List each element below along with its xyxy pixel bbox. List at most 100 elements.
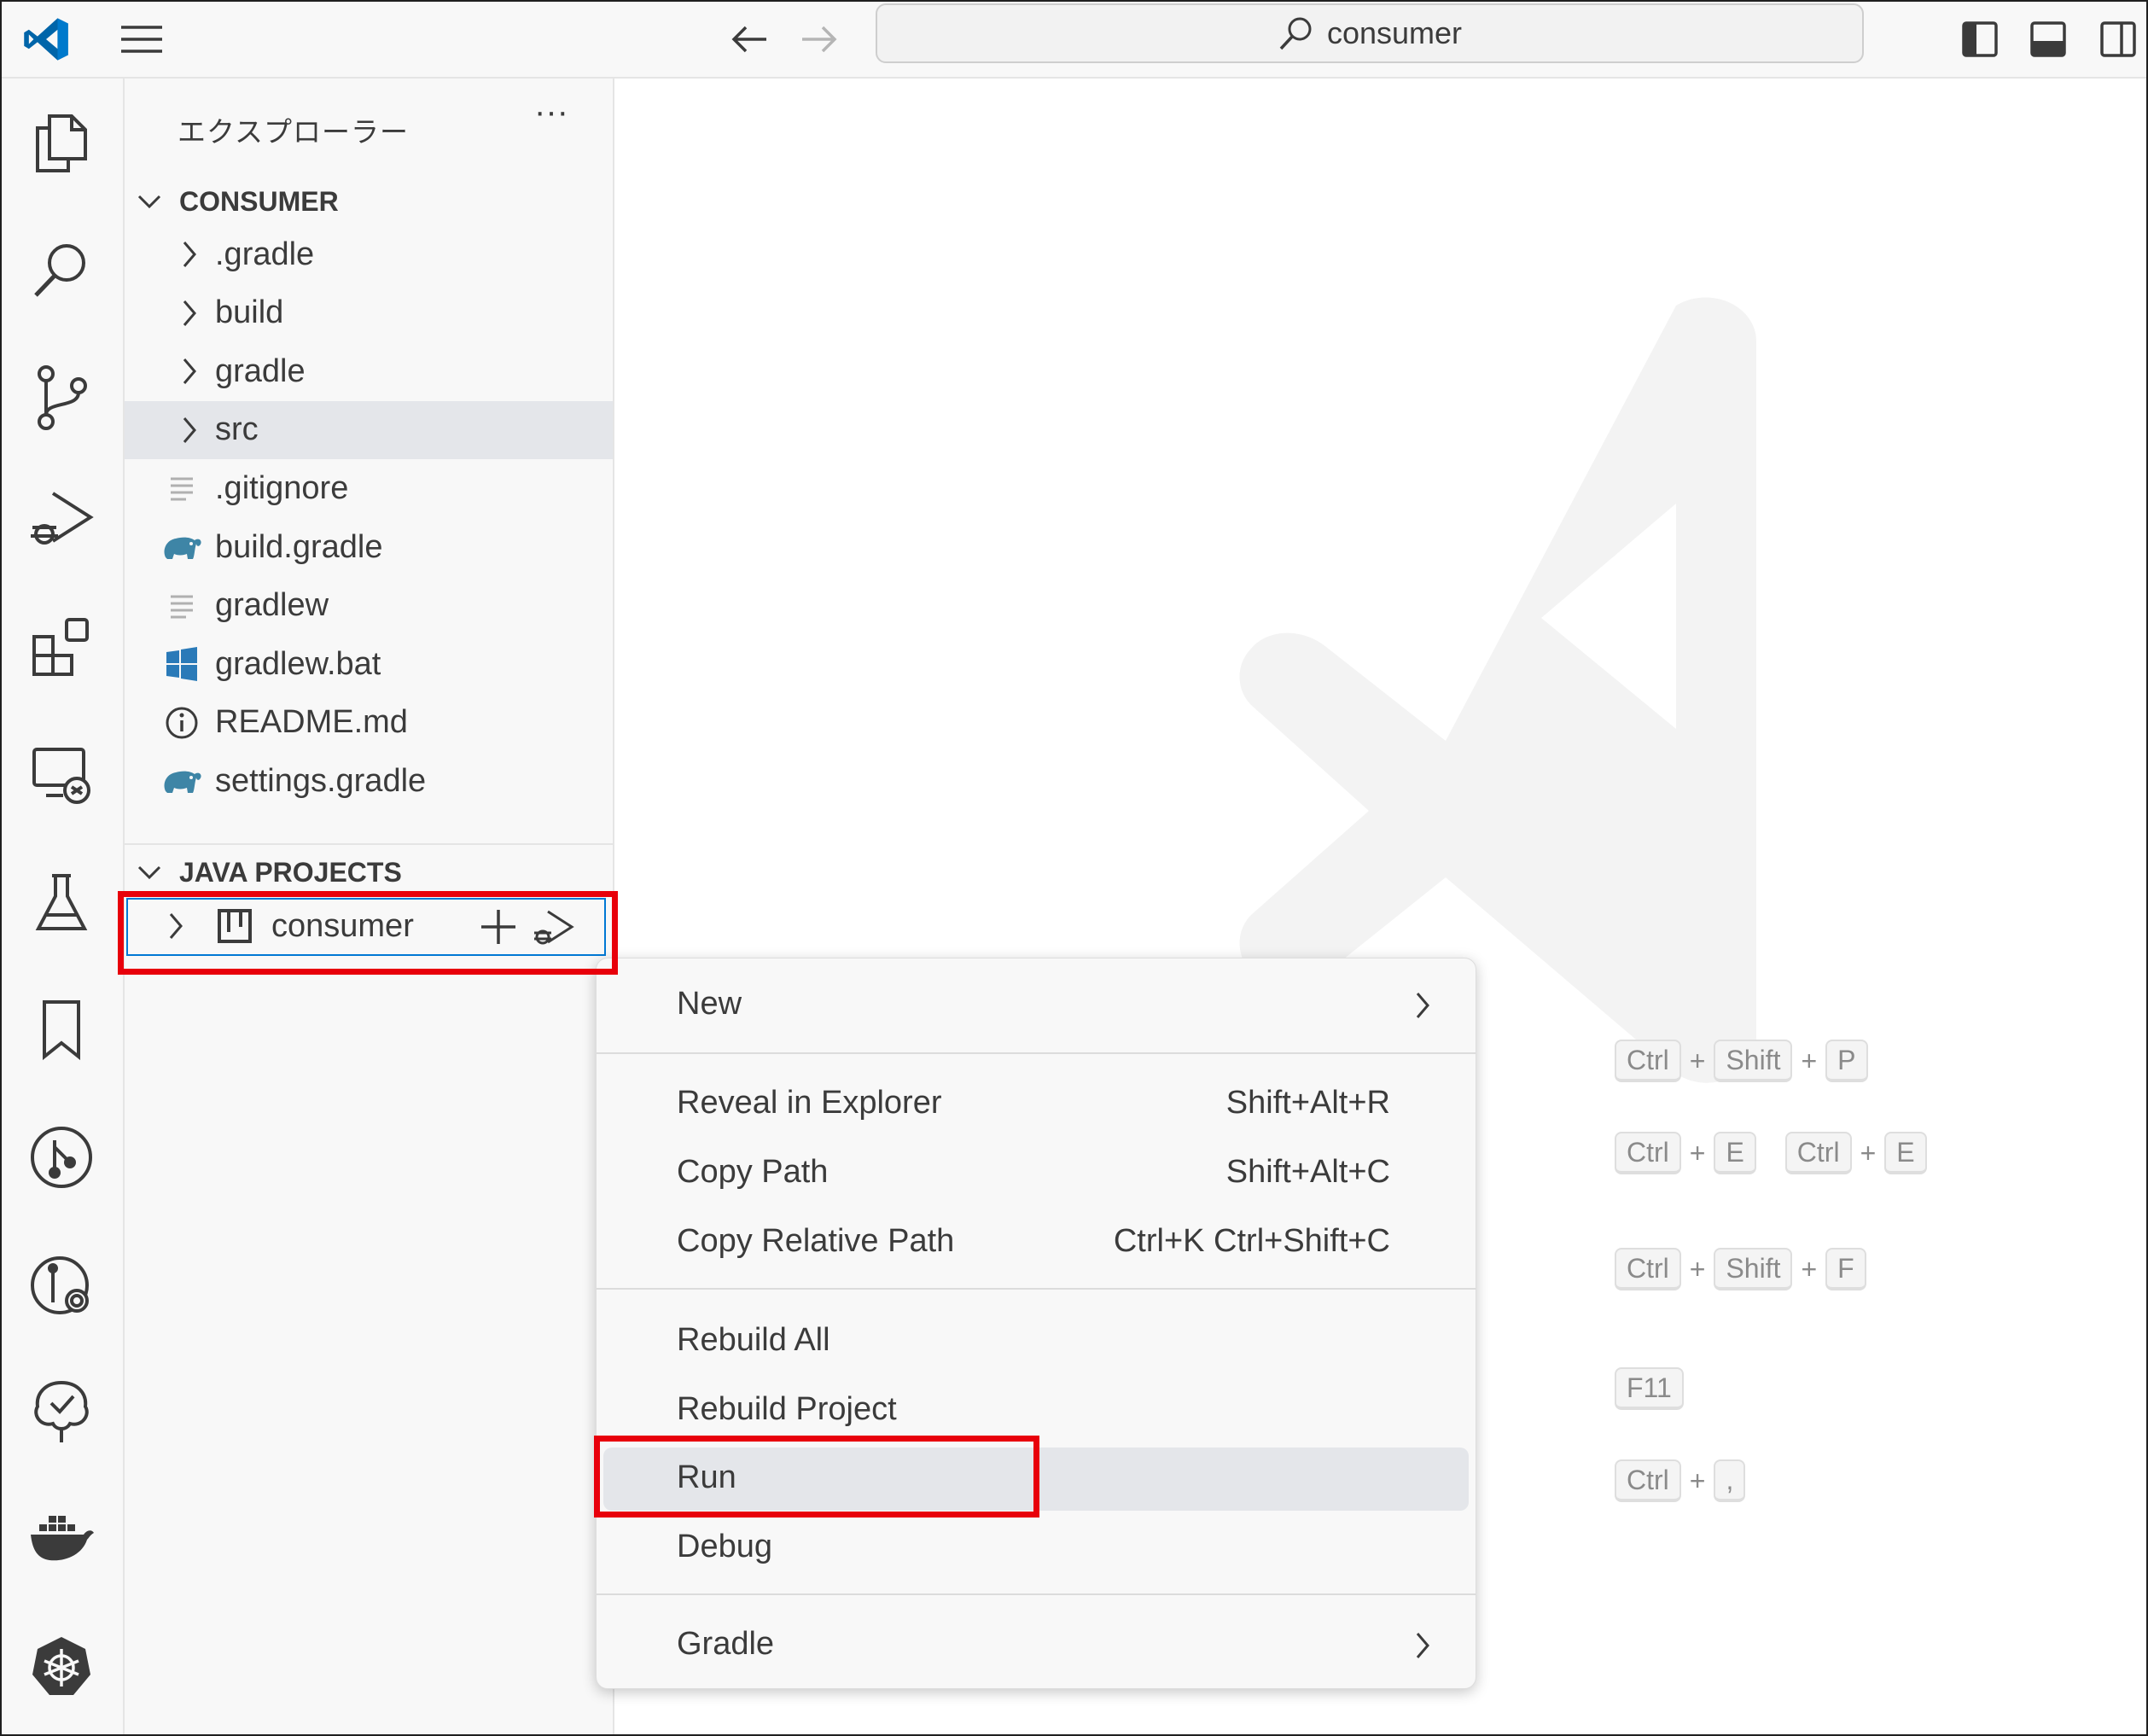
docker-icon[interactable] xyxy=(22,1500,101,1579)
vscode-logo-icon xyxy=(15,9,77,70)
shortcut-keys: F11 xyxy=(1615,1367,1684,1410)
keyboard-key: E xyxy=(1714,1132,1756,1174)
keyboard-key: F xyxy=(1825,1248,1866,1290)
spring-boot-icon[interactable] xyxy=(22,1372,101,1451)
menu-separator xyxy=(597,1052,1476,1054)
explorer-title: エクスプローラー xyxy=(178,116,410,148)
tree-item-label: gradle xyxy=(215,352,306,389)
java-projects-section-header[interactable]: JAVA PROJECTS xyxy=(125,848,613,896)
tree-item-label: .gradle xyxy=(215,236,315,272)
keyboard-key: Ctrl xyxy=(1615,1040,1681,1082)
testing-icon[interactable] xyxy=(22,864,101,942)
tree-folder-row[interactable]: .gradle xyxy=(125,225,613,283)
java-project-row[interactable]: consumer xyxy=(126,898,606,956)
search-icon[interactable] xyxy=(22,230,101,309)
kubernetes-icon[interactable] xyxy=(22,1627,101,1705)
text-file-icon xyxy=(160,467,203,510)
chevron-right-icon xyxy=(174,299,205,328)
menu-item-label: Copy Relative Path xyxy=(677,1223,955,1259)
chevron-right-icon xyxy=(174,357,205,386)
run-debug-icon[interactable] xyxy=(531,906,575,949)
menu-item-gradle[interactable]: Gradle xyxy=(603,1614,1469,1677)
extensions-icon[interactable] xyxy=(22,608,101,686)
toggle-secondary-sidebar-icon[interactable] xyxy=(2087,9,2146,70)
tree-file-row[interactable]: gradlew xyxy=(125,577,613,635)
menu-item-label: New xyxy=(677,986,742,1022)
source-control-icon[interactable] xyxy=(22,358,101,437)
tree-file-row[interactable]: build.gradle xyxy=(125,518,613,576)
menu-item-label: Run xyxy=(677,1459,736,1495)
keyboard-key: F11 xyxy=(1615,1367,1684,1410)
run-debug-icon[interactable] xyxy=(22,480,101,558)
info-icon xyxy=(160,702,203,744)
tree-file-row[interactable]: gradlew.bat xyxy=(125,635,613,693)
menu-item-shortcut: Shift+Alt+R xyxy=(1225,1085,1390,1121)
chevron-right-icon xyxy=(167,912,184,941)
toggle-panel-icon[interactable] xyxy=(2017,9,2079,70)
chevron-right-icon xyxy=(174,240,205,269)
menu-item-label: Copy Path xyxy=(677,1154,829,1190)
more-actions-button[interactable]: ··· xyxy=(526,95,577,138)
git-graph-icon[interactable] xyxy=(22,1118,101,1197)
menu-item-label: Rebuild Project xyxy=(677,1391,897,1427)
key-plus: + xyxy=(1801,1045,1818,1076)
menu-item-copy-relative-path[interactable]: Copy Relative Path Ctrl+K Ctrl+Shift+C xyxy=(603,1211,1469,1274)
tree-folder-row[interactable]: build xyxy=(125,284,613,342)
java-projects-section-label: JAVA PROJECTS xyxy=(179,856,402,888)
key-plus: + xyxy=(1860,1137,1877,1168)
keyboard-key: E xyxy=(1884,1132,1927,1174)
key-plus: + xyxy=(1689,1045,1706,1076)
gitlens-icon[interactable] xyxy=(22,1246,101,1325)
search-icon xyxy=(1279,17,1312,50)
menu-item-shortcut: Shift+Alt+C xyxy=(1225,1154,1390,1190)
shortcut-keys: Ctrl + Shift + F xyxy=(1615,1248,1866,1290)
tree-folder-row[interactable]: gradle xyxy=(125,342,613,400)
menu-item-new[interactable]: New xyxy=(603,974,1469,1037)
menu-item-label: Gradle xyxy=(677,1626,775,1662)
remote-explorer-icon[interactable] xyxy=(22,736,101,814)
explorer-icon[interactable] xyxy=(22,104,101,183)
menu-item-label: Reveal in Explorer xyxy=(677,1085,942,1121)
menu-item-copy-path[interactable]: Copy Path Shift+Alt+C xyxy=(603,1142,1469,1205)
menu-item-shortcut: Ctrl+K Ctrl+Shift+C xyxy=(1113,1223,1390,1259)
key-plus: + xyxy=(1689,1137,1706,1168)
tree-file-row[interactable]: settings.gradle xyxy=(125,752,613,810)
menu-separator xyxy=(597,1593,1476,1595)
chevron-down-icon xyxy=(125,864,179,881)
bookmarks-icon[interactable] xyxy=(22,990,101,1069)
tree-file-row[interactable]: .gitignore xyxy=(125,459,613,517)
java-project-name: consumer xyxy=(271,908,414,944)
tree-item-label: README.md xyxy=(215,704,408,741)
section-divider xyxy=(125,843,613,845)
keyboard-key: Ctrl xyxy=(1784,1132,1852,1174)
chevron-down-icon xyxy=(125,193,179,210)
search-text: consumer xyxy=(1326,15,1463,50)
menu-item-debug[interactable]: Debug xyxy=(603,1517,1469,1580)
chevron-right-icon xyxy=(1414,1631,1431,1660)
windows-icon xyxy=(160,643,203,685)
menu-item-rebuild-all[interactable]: Rebuild All xyxy=(603,1310,1469,1373)
menu-item-reveal-in-explorer[interactable]: Reveal in Explorer Shift+Alt+R xyxy=(603,1073,1469,1136)
menu-hamburger-icon[interactable] xyxy=(111,9,172,70)
tree-item-label: build xyxy=(215,294,284,331)
back-arrow-icon[interactable] xyxy=(719,9,780,70)
keyboard-key: Shift xyxy=(1714,1040,1793,1082)
keyboard-key: Ctrl xyxy=(1615,1248,1681,1290)
toggle-primary-sidebar-icon[interactable] xyxy=(1949,9,2011,70)
tree-item-label: gradlew.bat xyxy=(215,645,381,682)
text-file-icon xyxy=(160,585,203,627)
forward-arrow-icon[interactable] xyxy=(789,9,850,70)
command-center-search[interactable]: consumer xyxy=(876,3,1864,63)
gradle-elephant-icon xyxy=(160,526,203,568)
menu-item-run[interactable]: Run xyxy=(603,1448,1469,1511)
context-menu: New Reveal in Explorer Shift+Alt+R Copy … xyxy=(596,958,1476,1689)
tree-file-row[interactable]: README.md xyxy=(125,694,613,752)
menu-item-rebuild-project[interactable]: Rebuild Project xyxy=(603,1379,1469,1442)
add-icon[interactable] xyxy=(480,908,517,946)
tree-item-label: gradlew xyxy=(215,587,329,624)
gradle-elephant-icon xyxy=(160,760,203,802)
workspace-section-header[interactable]: CONSUMER xyxy=(125,178,613,225)
shortcut-keys: Ctrl + Shift + P xyxy=(1615,1040,1868,1082)
shortcut-keys: Ctrl +, xyxy=(1615,1459,1746,1502)
tree-folder-row[interactable]: src xyxy=(125,400,613,459)
